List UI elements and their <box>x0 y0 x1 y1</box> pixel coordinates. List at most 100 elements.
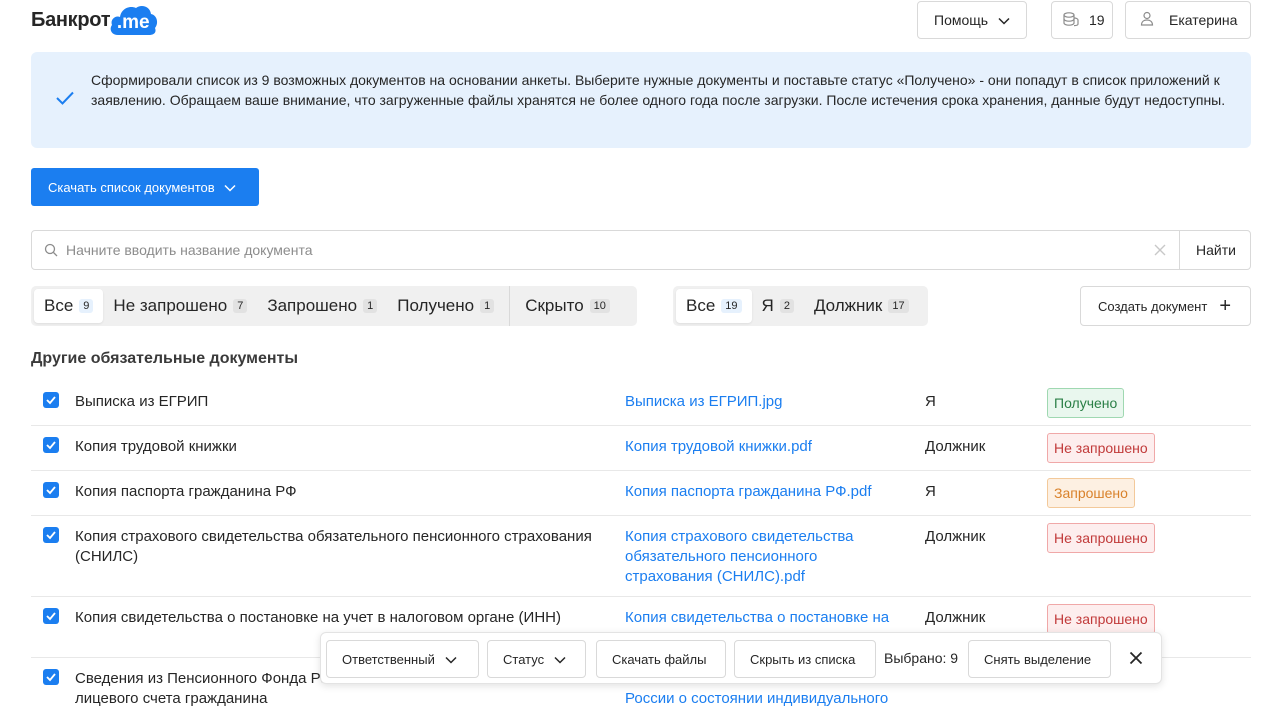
file-link[interactable]: Копия страхового свидетельства обязатель… <box>625 527 880 587</box>
selected-count: Выбрано: 9 <box>884 650 959 666</box>
tab-label: Запрошено <box>267 296 358 315</box>
document-name: Копия паспорта гражданина РФ <box>75 483 297 500</box>
coins-count: 19 <box>1089 12 1105 28</box>
coins-button[interactable]: 19 <box>1051 1 1113 39</box>
status-dropdown[interactable]: Статус <box>487 640 586 678</box>
coins-icon <box>1062 11 1080 30</box>
status-badge[interactable]: Не запрошено <box>1047 523 1155 553</box>
status-badge[interactable]: Не запрошено <box>1047 433 1155 463</box>
tab-count: 19 <box>721 299 742 313</box>
tab-resp-me[interactable]: Я 2 <box>752 289 804 323</box>
info-alert: Сформировали список из 9 возможных докум… <box>31 52 1251 148</box>
tab-label: Все <box>44 296 74 315</box>
row-checkbox[interactable] <box>43 437 59 453</box>
row-checkbox[interactable] <box>43 669 59 685</box>
create-document-label: Создать документ <box>1098 298 1208 314</box>
logo[interactable]: Банкрот .me <box>31 4 158 36</box>
row-checkbox[interactable] <box>43 392 59 408</box>
tab-divider <box>509 286 511 326</box>
user-menu-button[interactable]: Екатерина <box>1125 1 1251 39</box>
download-list-label: Скачать список документов <box>48 179 215 195</box>
tab-label: Должник <box>813 296 883 315</box>
chevron-down-icon <box>998 12 1010 28</box>
document-name: Копия свидетельства о постановке на учет… <box>75 609 561 626</box>
tab-label: Получено <box>397 296 475 315</box>
status-label: Статус <box>503 651 545 667</box>
search-icon <box>44 243 58 260</box>
document-name: Копия трудовой книжки <box>75 438 237 455</box>
file-link[interactable]: Копия паспорта гражданина РФ.pdf <box>625 482 905 502</box>
hide-from-list-button[interactable]: Скрыть из списка <box>734 640 876 678</box>
file-link[interactable]: Копия свидетельства о постановке на <box>625 608 905 628</box>
tab-requested[interactable]: Запрошено 1 <box>257 289 387 323</box>
file-link[interactable]: Выписка из ЕГРИП.jpg <box>625 392 905 412</box>
checkmark-icon <box>55 90 75 109</box>
responsible: Я <box>925 393 936 410</box>
tab-not-requested[interactable]: Не запрошено 7 <box>103 289 257 323</box>
tab-count: 17 <box>888 299 909 313</box>
logo-cloud-icon: .me <box>108 4 158 36</box>
document-search: Найти <box>31 230 1251 270</box>
help-button[interactable]: Помощь <box>917 1 1027 39</box>
document-name-line2: лицевого счета гражданина <box>75 690 268 707</box>
tab-hidden[interactable]: Скрыто 10 <box>515 289 620 323</box>
responsible: Должник <box>925 438 986 455</box>
table-row: Выписка из ЕГРИП Выписка из ЕГРИП.jpg Я … <box>31 381 1251 426</box>
document-name: Выписка из ЕГРИП <box>75 393 209 410</box>
selection-action-bar: Ответственный Статус Скачать файлы Скрыт… <box>320 632 1162 684</box>
file-link[interactable]: Копия трудовой книжки.pdf <box>625 437 905 457</box>
top-header: Банкрот .me Помощь 19 Екатерина <box>0 0 1270 44</box>
tab-label: Скрыто <box>525 296 584 315</box>
responsible: Должник <box>925 609 986 626</box>
responsible-label: Ответственный <box>342 651 435 667</box>
chevron-down-icon <box>445 652 457 667</box>
chevron-down-icon <box>224 180 236 195</box>
create-document-button[interactable]: Создать документ + <box>1080 286 1251 326</box>
tab-label: Не запрошено <box>113 296 228 315</box>
table-row: Копия паспорта гражданина РФ Копия паспо… <box>31 471 1251 516</box>
status-badge[interactable]: Получено <box>1047 388 1125 418</box>
tab-count: 1 <box>480 299 495 313</box>
tab-count: 1 <box>363 299 378 313</box>
tab-count: 9 <box>79 299 94 313</box>
help-label: Помощь <box>934 12 989 28</box>
status-tabs: Все 9 Не запрошено 7 Запрошено 1 Получен… <box>31 286 637 326</box>
table-row: Копия страхового свидетельства обязатель… <box>31 516 1251 597</box>
find-button[interactable]: Найти <box>1179 230 1252 270</box>
user-icon <box>1140 11 1154 29</box>
download-files-button[interactable]: Скачать файлы <box>596 640 726 678</box>
user-name: Екатерина <box>1169 12 1238 28</box>
logo-text: Банкрот <box>31 8 111 31</box>
row-checkbox[interactable] <box>43 527 59 543</box>
tab-resp-all[interactable]: Все 19 <box>676 289 752 323</box>
tab-count: 7 <box>233 299 248 313</box>
document-name: Копия страхового свидетельства обязатель… <box>75 528 592 565</box>
clear-icon[interactable] <box>1153 243 1167 260</box>
responsible-dropdown[interactable]: Ответственный <box>326 640 479 678</box>
responsible: Должник <box>925 528 986 545</box>
status-badge[interactable]: Запрошено <box>1047 478 1135 508</box>
deselect-button[interactable]: Снять выделение <box>968 640 1111 678</box>
document-name-line1: Сведения из Пенсионного Фонда Ро <box>75 670 329 687</box>
chevron-down-icon <box>554 652 566 667</box>
search-input[interactable] <box>66 239 1166 261</box>
plus-icon: + <box>1219 295 1232 317</box>
row-checkbox[interactable] <box>43 482 59 498</box>
tab-resp-debtor[interactable]: Должник 17 <box>804 289 919 323</box>
alert-text: Сформировали список из 9 возможных докум… <box>91 72 1226 108</box>
responsible-tabs: Все 19 Я 2 Должник 17 <box>673 286 928 326</box>
tab-label: Я <box>761 296 774 315</box>
table-row: Копия трудовой книжки Копия трудовой кни… <box>31 426 1251 471</box>
tab-received[interactable]: Получено 1 <box>387 289 504 323</box>
responsible: Я <box>925 483 936 500</box>
section-title: Другие обязательные документы <box>31 350 299 367</box>
status-badge[interactable]: Не запрошено <box>1047 604 1155 634</box>
row-checkbox[interactable] <box>43 608 59 624</box>
close-icon[interactable] <box>1129 651 1143 668</box>
tab-all[interactable]: Все 9 <box>34 289 104 323</box>
tab-count: 2 <box>779 299 794 313</box>
download-list-button[interactable]: Скачать список документов <box>31 168 259 206</box>
tab-count: 10 <box>589 299 610 313</box>
file-link[interactable]: России о состоянии индивидуального <box>625 689 905 709</box>
logo-suffix: .me <box>116 12 150 33</box>
